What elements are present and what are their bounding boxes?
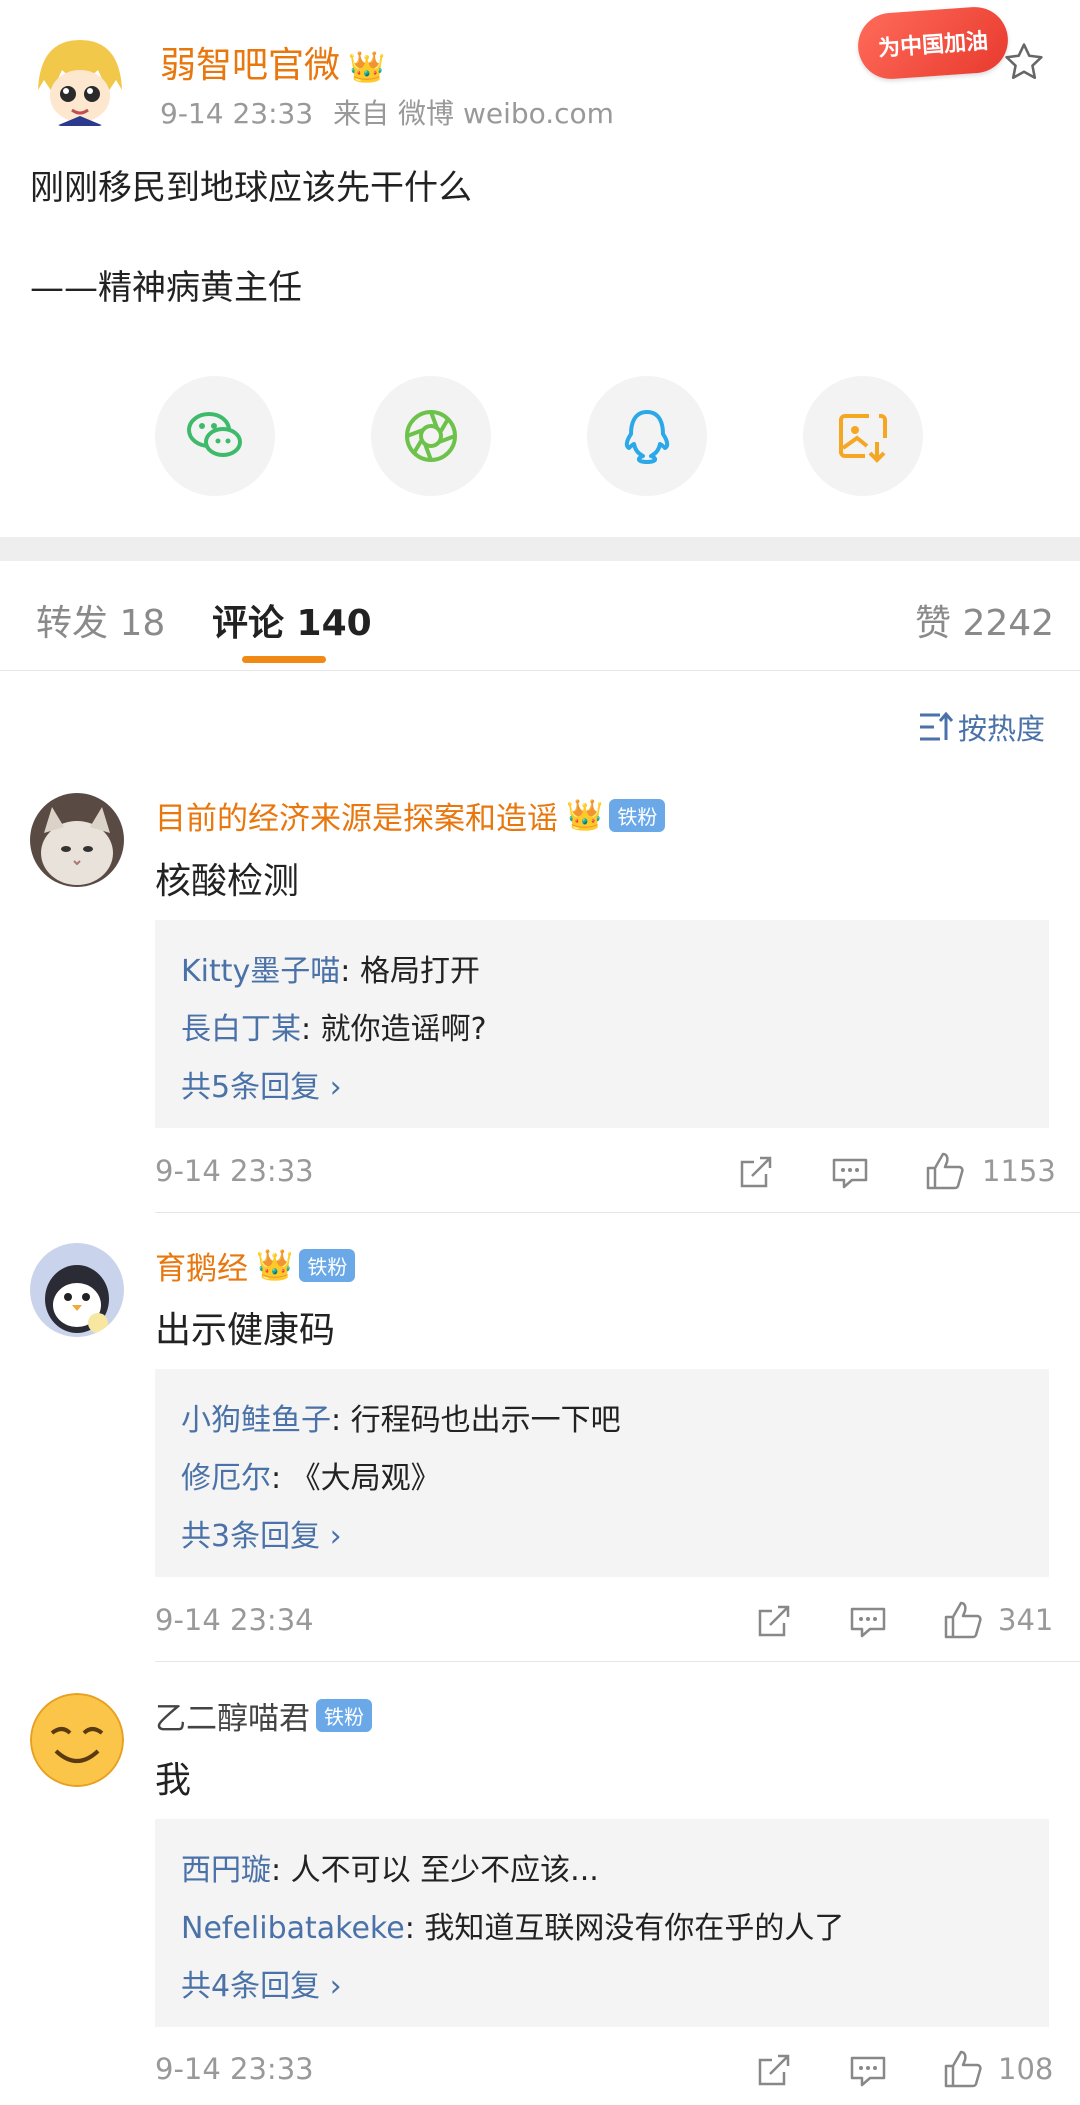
chevron-right-icon: › <box>329 1969 342 2004</box>
comment-icon[interactable] <box>848 2050 888 2090</box>
like-count: 108 <box>998 2052 1054 2086</box>
like-count: 341 <box>998 1603 1054 1637</box>
save-image-icon <box>839 414 887 463</box>
view-more-replies[interactable]: 共4条回复 › <box>181 1961 342 2005</box>
comment-icon[interactable] <box>830 1152 870 1192</box>
commenter-name[interactable]: 目前的经济来源是探案和造谣 👑 铁粉 <box>155 793 666 838</box>
like-thumb-icon[interactable] <box>942 1599 982 1639</box>
crown-icon: 👑 <box>566 798 604 833</box>
commenter-name-text[interactable]: 育鹅经 <box>155 1243 248 1288</box>
post-text-line2: ——精神病黄主任 <box>30 268 302 308</box>
sort-label: 按热度 <box>958 712 1046 746</box>
commenter-name-text[interactable]: 乙二醇喵君 <box>155 1693 310 1738</box>
commenter-name-text[interactable]: 目前的经济来源是探案和造谣 <box>155 793 558 838</box>
like-thumb-icon[interactable] <box>924 1150 964 1190</box>
favorite-star-icon[interactable] <box>1002 40 1046 84</box>
post-time: 9-14 23:33 <box>160 97 314 130</box>
fan-badge: 铁粉 <box>316 1699 372 1732</box>
reply-item[interactable]: 小狗鲑鱼子: 行程码也出示一下吧 <box>181 1395 621 1439</box>
post-meta: 9-14 23:33 来自 微博 weibo.com <box>160 92 614 132</box>
reply-text: : 行程码也出示一下吧 <box>331 1403 621 1438</box>
sort-toggle[interactable]: 按热度 <box>918 706 1045 748</box>
reply-author[interactable]: Nefelibatakeke <box>181 1911 405 1946</box>
repost-icon[interactable] <box>736 1152 776 1192</box>
comment-divider <box>155 1661 1080 1662</box>
repost-icon[interactable] <box>754 1601 794 1641</box>
reply-author[interactable]: 西円璇 <box>181 1853 271 1888</box>
like-count: 1153 <box>982 1154 1056 1188</box>
view-more-replies-label: 共3条回复 <box>181 1519 321 1554</box>
view-more-replies[interactable]: 共5条回复 › <box>181 1062 342 1106</box>
view-more-replies-label: 共4条回复 <box>181 1969 321 2004</box>
reply-preview-box[interactable]: Kitty墨子喵: 格局打开 長白丁某: 就你造谣啊? 共5条回复 › <box>155 920 1049 1128</box>
view-more-replies-label: 共5条回复 <box>181 1070 321 1105</box>
view-more-replies[interactable]: 共3条回复 › <box>181 1511 342 1555</box>
reply-item[interactable]: Nefelibatakeke: 我知道互联网没有你在乎的人了 <box>181 1903 844 1947</box>
crown-icon: 👑 <box>256 1248 294 1283</box>
repost-icon[interactable] <box>754 2050 794 2090</box>
sort-icon <box>920 711 954 741</box>
reply-text: : 我知道互联网没有你在乎的人了 <box>404 1911 845 1946</box>
commenter-name[interactable]: 育鹅经 👑 铁粉 <box>155 1243 356 1288</box>
tab-like[interactable]: 赞 2242 <box>915 594 1054 646</box>
author-name[interactable]: 弱智吧官微 👑 <box>160 36 385 88</box>
chevron-right-icon: › <box>329 1519 342 1554</box>
reply-author[interactable]: 長白丁某 <box>181 1012 301 1047</box>
save-image-button[interactable] <box>803 376 923 496</box>
author-avatar[interactable] <box>30 30 130 130</box>
commenter-avatar[interactable] <box>30 793 124 887</box>
chevron-right-icon: › <box>329 1070 342 1105</box>
share-moments-button[interactable] <box>371 376 491 496</box>
cheer-badge[interactable]: 为中国加油 <box>855 4 1011 82</box>
post-source: 来自 微博 weibo.com <box>333 97 614 130</box>
tab-indicator <box>242 656 326 663</box>
reply-text: : 格局打开 <box>340 954 480 989</box>
share-wechat-button[interactable] <box>155 376 275 496</box>
reply-item[interactable]: 長白丁某: 就你造谣啊? <box>181 1004 487 1048</box>
post-text-line1: 刚刚移民到地球应该先干什么 <box>30 168 472 208</box>
comment-time: 9-14 23:34 <box>155 1603 314 1637</box>
section-gap <box>0 537 1080 561</box>
fan-badge: 铁粉 <box>609 799 666 832</box>
reply-preview-box[interactable]: 小狗鲑鱼子: 行程码也出示一下吧 修厄尔: 《大局观》 共3条回复 › <box>155 1369 1049 1577</box>
comment-icon[interactable] <box>848 1601 888 1641</box>
tab-divider <box>0 670 1080 671</box>
reply-author[interactable]: 小狗鲑鱼子 <box>181 1403 331 1438</box>
reply-item[interactable]: 西円璇: 人不可以 至少不应该... <box>181 1845 599 1889</box>
tab-repost[interactable]: 转发 18 <box>36 594 165 646</box>
wechat-icon <box>187 412 242 457</box>
share-qq-button[interactable] <box>587 376 707 496</box>
moments-icon <box>405 410 457 462</box>
comment-divider <box>155 1212 1080 1213</box>
commenter-avatar[interactable] <box>30 1243 124 1337</box>
fan-badge: 铁粉 <box>299 1249 356 1282</box>
comment-text: 出示健康码 <box>155 1310 336 1351</box>
comment-text: 核酸检测 <box>155 861 300 902</box>
reply-author[interactable]: Kitty墨子喵 <box>181 954 340 989</box>
tab-comment[interactable]: 评论 140 <box>212 594 372 646</box>
commenter-name[interactable]: 乙二醇喵君 铁粉 <box>155 1693 372 1738</box>
reply-text: : 《大局观》 <box>271 1461 441 1496</box>
reply-text: : 人不可以 至少不应该... <box>271 1853 599 1888</box>
comment-time: 9-14 23:33 <box>155 1154 314 1188</box>
reply-item[interactable]: Kitty墨子喵: 格局打开 <box>181 946 480 990</box>
reply-item[interactable]: 修厄尔: 《大局观》 <box>181 1453 441 1497</box>
qq-icon <box>624 410 670 464</box>
reply-author[interactable]: 修厄尔 <box>181 1461 271 1496</box>
reply-text: : 就你造谣啊? <box>301 1012 487 1047</box>
reply-preview-box[interactable]: 西円璇: 人不可以 至少不应该... Nefelibatakeke: 我知道互联… <box>155 1819 1049 2027</box>
comment-text: 我 <box>155 1760 192 1801</box>
like-thumb-icon[interactable] <box>942 2048 982 2088</box>
crown-icon: 👑 <box>348 50 386 85</box>
author-name-text[interactable]: 弱智吧官微 <box>160 45 340 86</box>
commenter-avatar[interactable] <box>30 1693 124 1787</box>
comment-time: 9-14 23:33 <box>155 2052 314 2086</box>
